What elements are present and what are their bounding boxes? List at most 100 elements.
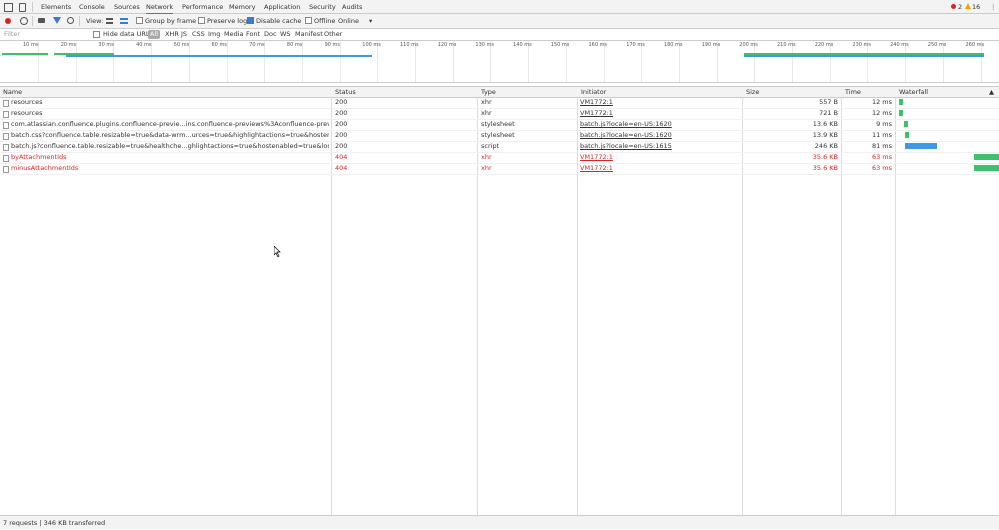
waterfall-bar[interactable] — [905, 132, 909, 138]
request-type: stylesheet — [481, 120, 515, 128]
show-overview-icon[interactable] — [120, 18, 128, 24]
request-name[interactable]: resources — [11, 97, 329, 108]
request-initiator-link[interactable]: VM1772:1 — [580, 163, 740, 174]
request-name[interactable]: com.atlassian.confluence.plugins.conflue… — [11, 119, 329, 130]
group-by-frame-label[interactable]: Group by frame — [145, 14, 196, 28]
overview-bar-blue — [744, 55, 984, 57]
column-header-name[interactable]: Name — [0, 87, 22, 97]
overview-tick-label: 40 ms — [136, 42, 152, 48]
type-filter-ws[interactable]: WS — [280, 29, 291, 40]
request-size: 557 B — [819, 98, 838, 106]
tab-network[interactable]: Network — [146, 0, 174, 15]
group-by-frame-checkbox[interactable] — [136, 17, 143, 24]
type-filter-xhr[interactable]: XHR — [165, 29, 179, 40]
divider — [79, 16, 80, 26]
request-size: 246 KB — [814, 142, 838, 150]
column-header-time[interactable]: Time — [842, 87, 861, 97]
overview-tick-label: 180 ms — [663, 42, 683, 48]
request-name[interactable]: byAttachmentIds — [11, 152, 329, 163]
request-initiator-link[interactable]: VM1772:1 — [580, 152, 740, 163]
column-header-size[interactable]: Size — [743, 87, 759, 97]
request-size: 13.9 KB — [812, 131, 838, 139]
overview-tick-label: 70 ms — [249, 42, 265, 48]
hide-data-urls-label[interactable]: Hide data URLs — [103, 29, 153, 40]
type-filter-font[interactable]: Font — [246, 29, 260, 40]
overview-tick-label: 190 ms — [701, 42, 721, 48]
overview-tick-label: 100 ms — [362, 42, 381, 48]
waterfall-bar[interactable] — [974, 165, 999, 171]
tab-elements[interactable]: Elements — [41, 0, 71, 13]
device-toolbar-icon[interactable] — [19, 3, 26, 12]
request-time: 12 ms — [871, 98, 892, 106]
request-time: 9 ms — [876, 120, 892, 128]
column-header-waterfall[interactable]: Waterfall — [896, 87, 928, 97]
tab-application[interactable]: Application — [264, 0, 300, 13]
type-filter-all[interactable]: All — [148, 30, 161, 39]
request-name[interactable]: resources — [11, 108, 329, 119]
overview-tick-label: 30 ms — [98, 42, 114, 48]
column-header-type[interactable]: Type — [478, 87, 496, 97]
warning-icon[interactable] — [965, 3, 971, 9]
large-rows-icon[interactable] — [106, 18, 113, 24]
request-time: 11 ms — [871, 131, 892, 139]
record-icon[interactable] — [5, 18, 11, 24]
throttling-select[interactable]: Online — [338, 14, 359, 28]
request-initiator-link[interactable]: batch.js?locale=en-US:1615 — [580, 141, 740, 152]
filter-input[interactable]: Filter — [4, 29, 88, 40]
column-header-initiator[interactable]: Initiator — [578, 87, 606, 97]
request-row[interactable]: minusAttachmentIds 404 xhr VM1772:1 35.6 KB 6… — [0, 163, 999, 175]
capture-screenshots-icon[interactable] — [38, 18, 45, 23]
waterfall-bar[interactable] — [974, 154, 999, 160]
offline-label[interactable]: Offline — [314, 14, 335, 28]
inspect-element-icon[interactable] — [4, 3, 13, 12]
network-overview[interactable]: 10 ms 20 ms 30 ms 40 ms 50 ms 60 ms 70 ms 80 ms… — [0, 41, 999, 83]
disable-cache-checkbox[interactable] — [247, 17, 254, 24]
error-icon[interactable] — [951, 4, 956, 9]
waterfall-bar[interactable] — [904, 121, 908, 127]
clear-icon[interactable] — [20, 17, 28, 25]
file-icon — [3, 122, 9, 129]
request-initiator-link[interactable]: batch.js?locale=en-US:1620 — [580, 130, 740, 141]
overview-tick-label: 200 ms — [739, 42, 758, 48]
waterfall-bar[interactable] — [905, 143, 937, 149]
tab-audits[interactable]: Audits — [342, 0, 362, 13]
waterfall-bar[interactable] — [899, 110, 903, 116]
sort-ascending-icon[interactable]: ▲ — [986, 87, 994, 97]
tab-console[interactable]: Console — [79, 0, 105, 13]
more-options-icon[interactable]: ⋮ — [990, 0, 997, 13]
filter-icon[interactable] — [53, 17, 61, 24]
type-filter-other[interactable]: Other — [324, 29, 342, 40]
request-initiator-link[interactable]: VM1772:1 — [580, 97, 740, 108]
chevron-down-icon[interactable]: ▾ — [369, 14, 372, 28]
tab-performance[interactable]: Performance — [182, 0, 223, 13]
request-initiator-link[interactable]: VM1772:1 — [580, 108, 740, 119]
request-status: 404 — [335, 153, 348, 161]
tab-sources[interactable]: Sources — [114, 0, 140, 13]
type-filter-doc[interactable]: Doc — [264, 29, 277, 40]
request-status: 200 — [335, 109, 348, 117]
type-filter-manifest[interactable]: Manifest — [295, 29, 323, 40]
preserve-log-label[interactable]: Preserve log — [207, 14, 247, 28]
warning-count[interactable]: 16 — [972, 0, 980, 13]
type-filter-media[interactable]: Media — [224, 29, 244, 40]
type-filter-js[interactable]: JS — [181, 29, 187, 40]
search-icon[interactable] — [67, 17, 74, 24]
tab-security[interactable]: Security — [309, 0, 336, 13]
error-count[interactable]: 2 — [958, 0, 962, 13]
preserve-log-checkbox[interactable] — [198, 17, 205, 24]
overview-tick-label: 250 ms — [927, 42, 947, 48]
type-filter-img[interactable]: Img — [208, 29, 220, 40]
request-name[interactable]: batch.css?confluence.table.resizable=tru… — [11, 130, 329, 141]
hide-data-urls-checkbox[interactable] — [93, 31, 100, 38]
offline-checkbox[interactable] — [305, 17, 312, 24]
tab-memory[interactable]: Memory — [229, 0, 255, 13]
request-name[interactable]: minusAttachmentIds — [11, 163, 329, 174]
overview-tick-label: 10 ms — [23, 42, 39, 48]
request-initiator-link[interactable]: batch.js?locale=en-US:1620 — [580, 119, 740, 130]
request-name[interactable]: batch.js?confluence.table.resizable=true… — [11, 141, 329, 152]
waterfall-bar[interactable] — [899, 99, 903, 105]
column-header-status[interactable]: Status — [332, 87, 356, 97]
type-filter-css[interactable]: CSS — [192, 29, 205, 40]
disable-cache-label[interactable]: Disable cache — [256, 14, 301, 28]
request-size: 721 B — [819, 109, 838, 117]
